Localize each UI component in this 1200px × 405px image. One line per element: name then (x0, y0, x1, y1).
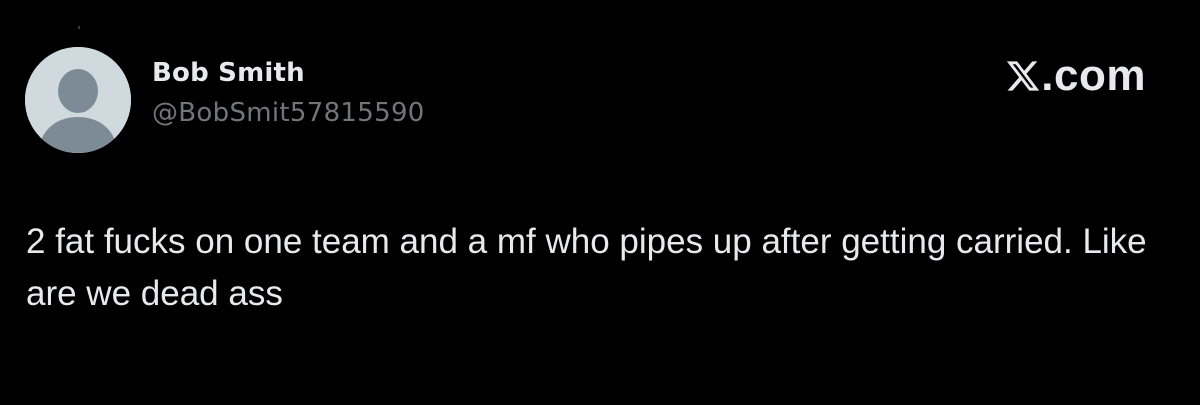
display-name[interactable]: Bob Smith (152, 56, 425, 90)
author-info: Bob Smith @BobSmit57815590 (152, 56, 425, 130)
default-avatar-icon (25, 47, 131, 153)
artifact-speck (78, 26, 80, 29)
brand-domain-text: .com (1041, 51, 1146, 100)
x-logo-icon (1007, 61, 1040, 91)
post-text: 2 fat fucks on one team and a mf who pip… (26, 222, 1157, 313)
avatar[interactable] (25, 47, 131, 153)
post-card: Bob Smith @BobSmit57815590 .com 2 fat fu… (0, 0, 1200, 405)
user-handle[interactable]: @BobSmit57815590 (152, 96, 425, 130)
brand-watermark: .com (1005, 52, 1146, 100)
